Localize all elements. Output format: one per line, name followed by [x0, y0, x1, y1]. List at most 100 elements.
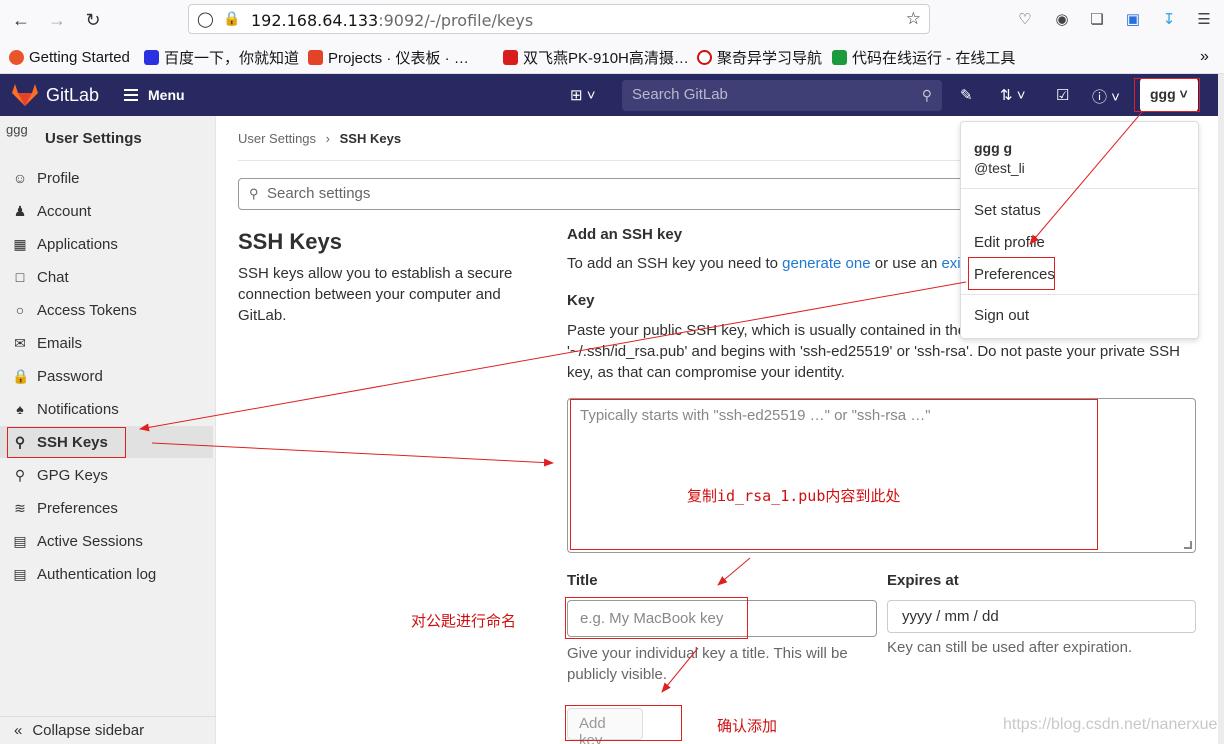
new-item-icon[interactable]: ⊞ ˅	[570, 86, 596, 104]
sidebar-item-chat[interactable]: □ Chat	[0, 261, 213, 293]
sidebar-item-emails[interactable]: ✉ Emails	[0, 327, 213, 359]
url-text: 192.168.64.133:9092/-/profile/keys	[251, 11, 534, 30]
back-arrow-icon[interactable]: ←	[9, 8, 33, 32]
applications-icon: ▦	[13, 235, 27, 252]
expires-label: Expires at	[887, 572, 959, 589]
menu-label: Menu	[148, 87, 185, 103]
key-area-highlight	[570, 399, 1098, 550]
issues-icon[interactable]: ✎	[960, 86, 973, 104]
gitlab-icon	[308, 49, 323, 65]
sidebar-item-label: Access Tokens	[37, 301, 137, 319]
generate-one-link[interactable]: generate one	[782, 255, 870, 272]
sidebar-item-label: Profile	[37, 169, 80, 187]
sidebar-item-label: Active Sessions	[37, 532, 143, 550]
collapse-label: Collapse sidebar	[32, 722, 145, 739]
collapse-sidebar-button[interactable]: « Collapse sidebar	[0, 716, 216, 744]
ssh-keys-highlight	[7, 427, 126, 458]
merge-requests-icon[interactable]: ⇅ ˅	[1000, 86, 1026, 104]
firefox-icon	[9, 49, 24, 65]
title-input-highlight	[565, 597, 748, 639]
dropdown-user-handle[interactable]: @test_li	[974, 160, 1025, 176]
expires-date-input[interactable]: yyyy / mm / dd	[887, 600, 1196, 633]
todos-icon[interactable]: ☑	[1056, 86, 1069, 104]
hamburger-icon	[124, 86, 138, 104]
hamburger-menu-icon[interactable]: ☰	[1194, 9, 1214, 29]
divider	[961, 188, 1198, 189]
sidebar-item-password[interactable]: 🔒 Password	[0, 360, 213, 392]
bookmarks-bar: Getting Started 百度一下，你就知道 Projects · 仪表板…	[0, 40, 1224, 74]
sign-out-item[interactable]: Sign out	[974, 307, 1029, 324]
avatar[interactable]: ggg	[6, 123, 34, 152]
sidebar-item-label: Emails	[37, 334, 83, 352]
menu-button[interactable]: Menu	[124, 86, 185, 104]
address-bar[interactable]: ◯ 🔒 192.168.64.133:9092/-/profile/keys ☆	[188, 4, 930, 34]
screen: ← → ↻ ◯ 🔒 192.168.64.133:9092/-/profile/…	[0, 0, 1224, 744]
sidebar-item-label: Account	[37, 202, 92, 220]
reload-icon[interactable]: ↻	[81, 8, 105, 32]
watermark: https://blog.csdn.net/nanerxue	[1003, 716, 1218, 733]
sidebar-item-label: Chat	[37, 268, 69, 286]
sidebar-item-preferences[interactable]: ≋ Preferences	[0, 492, 213, 524]
code-icon	[832, 49, 847, 65]
title-label: Title	[567, 572, 598, 589]
name-hint-annotation: 对公匙进行命名	[411, 612, 517, 630]
mail-icon: ✉	[14, 334, 26, 351]
set-status-item[interactable]: Set status	[974, 202, 1041, 219]
sidebar-item-access-tokens[interactable]: ○ Access Tokens	[0, 294, 213, 326]
sidebar-item-applications[interactable]: ▦ Applications	[0, 228, 213, 260]
download-icon[interactable]: ↧	[1159, 9, 1179, 29]
sidebar-item-label: Password	[37, 367, 103, 385]
settings-search-placeholder: Search settings	[267, 185, 371, 202]
bookmark-juqiyi[interactable]: 聚奇异学习导航	[697, 48, 822, 67]
pocket-icon[interactable]: ♡	[1015, 9, 1035, 29]
help-icon[interactable]: ⓘ ˅	[1092, 86, 1120, 107]
breadcrumb: User Settings › SSH Keys	[238, 131, 401, 146]
bookmark-star-icon[interactable]: ☆	[906, 9, 921, 29]
sidebar-item-profile[interactable]: ☺ Profile	[0, 162, 213, 194]
sidebar-item-active-sessions[interactable]: ▤ Active Sessions	[0, 525, 213, 557]
sidebar-item-label: Preferences	[37, 499, 118, 517]
sidebar-item-account[interactable]: ♟ Account	[0, 195, 213, 227]
insecure-lock-icon: 🔒	[223, 10, 241, 26]
user-dropdown: ggg g @test_li Set status Edit profile P…	[960, 121, 1199, 339]
sidebar-item-gpg-keys[interactable]: ⚲ GPG Keys	[0, 459, 213, 491]
account-icon: ♟	[13, 202, 27, 219]
sidebar-title[interactable]: User Settings	[45, 130, 142, 147]
sidebar-item-authentication-log[interactable]: ▤ Authentication log	[0, 558, 213, 590]
bookmark-camera[interactable]: 双飞燕PK-910H高清摄…	[503, 48, 689, 67]
gitlab-logo-icon[interactable]	[12, 84, 38, 106]
bookmark-getting-started[interactable]: Getting Started	[9, 48, 130, 66]
crop-icon[interactable]: ❏	[1087, 9, 1107, 29]
search-input[interactable]: Search GitLab ⚲	[622, 80, 942, 111]
settings-search-input[interactable]: ⚲ Search settings	[238, 178, 998, 210]
breadcrumb-current[interactable]: SSH Keys	[340, 131, 401, 146]
shield-icon: ◯	[197, 11, 214, 28]
bookmark-projects[interactable]: Projects · 仪表板 · …	[308, 48, 469, 67]
add-button-highlight	[565, 705, 682, 741]
gitlab-brand[interactable]: GitLab	[46, 85, 99, 106]
gitlab-header: GitLab Menu ⊞ ˅ Search GitLab ⚲ ✎ ⇅ ˅ ☑ …	[0, 74, 1218, 116]
sync-icon[interactable]: ▣	[1123, 9, 1143, 29]
edit-profile-item[interactable]: Edit profile	[974, 234, 1045, 251]
extension-icon[interactable]: ◉	[1052, 9, 1072, 29]
page-scrollbar[interactable]	[1218, 74, 1224, 744]
profile-icon: ☺	[12, 170, 28, 186]
add-sub-middle: or use an	[870, 255, 942, 272]
expires-help-text: Key can still be used after expiration.	[887, 639, 1133, 656]
search-icon: ⚲	[921, 87, 932, 103]
sidebar-item-notifications[interactable]: ♠ Notifications	[0, 393, 213, 425]
more-bookmarks-icon[interactable]: »	[1200, 48, 1209, 66]
key-label: Key	[567, 292, 595, 309]
page-title: SSH Keys	[238, 229, 342, 254]
divider	[961, 294, 1198, 295]
bookmark-code-runner[interactable]: 代码在线运行 - 在线工具	[832, 48, 1015, 67]
expires-value: yyyy / mm / dd	[902, 608, 999, 625]
dropdown-user-name[interactable]: ggg g	[974, 140, 1012, 156]
resize-grip-icon[interactable]	[1184, 541, 1192, 549]
arrow-to-title	[717, 557, 751, 586]
forward-arrow-icon[interactable]: →	[45, 8, 69, 32]
baidu-icon	[144, 49, 159, 65]
key-icon: ⚲	[14, 466, 26, 483]
breadcrumb-parent[interactable]: User Settings	[238, 131, 316, 146]
bookmark-baidu[interactable]: 百度一下，你就知道	[144, 48, 299, 67]
